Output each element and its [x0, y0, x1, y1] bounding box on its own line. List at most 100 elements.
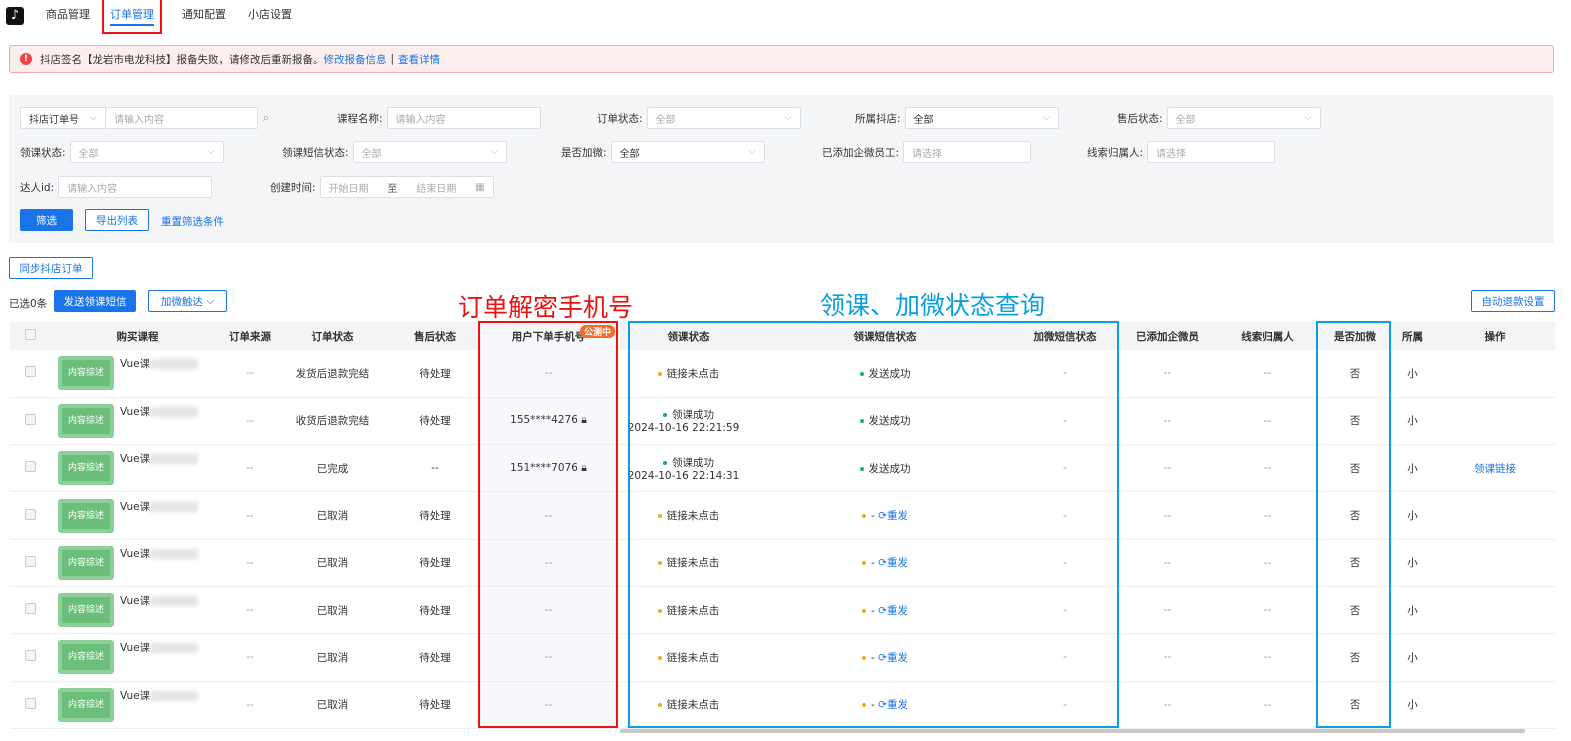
- course-title[interactable]: Vue课: [120, 404, 199, 419]
- select-value: 全部: [619, 148, 640, 160]
- col-owner: 线索归属人: [1215, 322, 1320, 350]
- order-no-input[interactable]: 请输入内容: [106, 107, 258, 129]
- status-cell: 收货后退款完结: [275, 397, 390, 446]
- highlight-phone-column: [478, 321, 618, 728]
- row-checkbox[interactable]: [10, 539, 50, 587]
- after-sale-cell: 待处理: [390, 586, 480, 635]
- sms-select[interactable]: 全部 ⌵: [352, 141, 507, 163]
- course-title[interactable]: Vue课: [120, 593, 199, 608]
- owner-select[interactable]: 请选择: [1147, 141, 1276, 163]
- row-checkbox[interactable]: [10, 681, 50, 729]
- actions-cell: [1435, 350, 1555, 398]
- actions-cell: [1435, 491, 1555, 540]
- actions-cell: [1435, 633, 1555, 682]
- chevron-down-icon: ⌵: [490, 147, 498, 157]
- owner-cell: --: [1215, 350, 1320, 398]
- date-range-picker[interactable]: 开始日期 至 结束日期 ▦: [319, 176, 494, 198]
- course-title[interactable]: Vue课: [120, 688, 199, 703]
- after-sale-cell: 待处理: [390, 633, 480, 682]
- owner-cell: --: [1215, 397, 1320, 446]
- shop-label: 所属抖店:: [855, 112, 901, 125]
- row-checkbox[interactable]: [10, 633, 50, 682]
- douyin-logo-icon: ♪: [6, 7, 24, 25]
- wx-select[interactable]: 全部 ⌵: [610, 141, 765, 163]
- sync-orders-button[interactable]: 同步抖店订单: [9, 257, 93, 279]
- after-sale-select[interactable]: 全部 ⌵: [1166, 107, 1321, 129]
- col-status: 订单状态: [275, 322, 390, 350]
- auto-refund-button[interactable]: 自动退款设置: [1471, 290, 1555, 312]
- search-icon[interactable]: ⌕: [263, 112, 269, 125]
- course-input[interactable]: 请输入内容: [386, 107, 541, 129]
- reset-filters-link[interactable]: 重置筛选条件: [161, 214, 224, 229]
- source-cell: --: [225, 633, 275, 682]
- select-value: 全部: [361, 148, 382, 160]
- course-thumbnail: 内容综述: [58, 545, 114, 580]
- sms-label: 领课短信状态:: [282, 146, 349, 159]
- edit-filing-link[interactable]: 修改报备信息: [324, 52, 387, 67]
- col-course: 购买课程: [50, 322, 225, 350]
- chevron-down-icon: ⌵: [784, 113, 792, 123]
- after-sale-cell: 待处理: [390, 539, 480, 587]
- shop-cell: 小: [1390, 633, 1435, 682]
- row-checkbox[interactable]: [10, 586, 50, 635]
- actions-cell: [1435, 539, 1555, 587]
- owner-label: 线索归属人:: [1087, 146, 1144, 159]
- shop-cell: 小: [1390, 397, 1435, 446]
- nav-products[interactable]: 商品管理: [46, 0, 90, 32]
- course-thumbnail: 内容综述: [58, 498, 114, 533]
- course-title[interactable]: Vue课: [120, 499, 199, 514]
- course-thumbnail: 内容综述: [58, 451, 114, 486]
- wx-label: 是否加微:: [561, 146, 607, 159]
- row-checkbox[interactable]: [10, 491, 50, 540]
- staff-cell: --: [1120, 491, 1215, 540]
- shop-select[interactable]: 全部 ⌵: [904, 107, 1059, 129]
- filter-button[interactable]: 筛选: [20, 209, 73, 231]
- claim-link-button[interactable]: 领课链接: [1474, 463, 1516, 475]
- staff-cell: --: [1120, 633, 1215, 682]
- source-cell: --: [225, 444, 275, 493]
- staff-cell: --: [1120, 397, 1215, 446]
- highlight-wx-column: [1316, 321, 1391, 728]
- export-button[interactable]: 导出列表: [85, 209, 149, 231]
- start-date: 开始日期: [328, 183, 369, 195]
- nav-notify[interactable]: 通知配置: [182, 0, 226, 32]
- course-title[interactable]: Vue课: [120, 546, 199, 561]
- horizontal-scrollbar[interactable]: [620, 729, 1525, 733]
- status-cell: 已完成: [275, 444, 390, 493]
- order-status-select[interactable]: 全部 ⌵: [646, 107, 801, 129]
- nav-orders[interactable]: 订单管理: [102, 0, 162, 34]
- claim-select[interactable]: 全部 ⌵: [69, 141, 224, 163]
- chevron-down-icon: ⌵: [206, 294, 215, 307]
- send-sms-button[interactable]: 发送领课短信: [54, 290, 136, 312]
- shop-cell: 小: [1390, 539, 1435, 587]
- chevron-down-icon: ⌵: [90, 113, 97, 123]
- calendar-icon: ▦: [475, 181, 485, 193]
- claim-label: 领课状态:: [20, 146, 66, 159]
- after-sale-label: 售后状态:: [1117, 112, 1163, 125]
- row-checkbox[interactable]: [10, 397, 50, 446]
- status-cell: 已取消: [275, 586, 390, 635]
- nav-shop-settings[interactable]: 小店设置: [248, 0, 292, 32]
- view-details-link[interactable]: 查看详情: [398, 52, 440, 67]
- owner-cell: --: [1215, 586, 1320, 635]
- owner-cell: --: [1215, 633, 1320, 682]
- course-cell: 内容综述 Vue课: [50, 539, 225, 587]
- source-cell: --: [225, 539, 275, 587]
- top-nav: ♪ 商品管理 订单管理 通知配置 小店设置: [0, 0, 1571, 34]
- course-title[interactable]: Vue课: [120, 640, 199, 655]
- course-thumbnail: 内容综述: [58, 687, 114, 722]
- row-checkbox[interactable]: [10, 444, 50, 493]
- select-value: 全部: [913, 114, 934, 126]
- row-checkbox[interactable]: [10, 350, 50, 398]
- owner-cell: --: [1215, 491, 1320, 540]
- staff-select[interactable]: 请选择: [903, 141, 1032, 163]
- course-cell: 内容综述 Vue课: [50, 681, 225, 729]
- talent-input[interactable]: 请输入内容: [58, 176, 213, 198]
- order-no-type-select[interactable]: 抖店订单号 ⌵: [20, 107, 106, 129]
- add-wx-dropdown[interactable]: 加微触达 ⌵: [148, 290, 227, 312]
- course-title[interactable]: Vue课: [120, 451, 199, 466]
- col-staff: 已添加企微员: [1120, 322, 1215, 350]
- course-title[interactable]: Vue课: [120, 356, 199, 371]
- select-all-checkbox[interactable]: [10, 322, 50, 350]
- source-cell: --: [225, 586, 275, 635]
